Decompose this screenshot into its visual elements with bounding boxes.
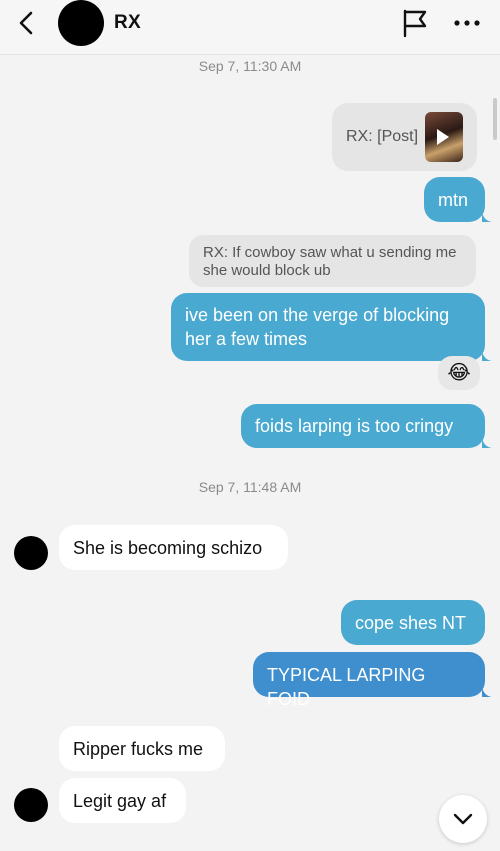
incoming-message[interactable]: Ripper fucks me [59,726,225,771]
more-options-button[interactable] [452,9,482,37]
chevron-left-icon [19,11,33,35]
more-horizontal-icon [454,20,480,26]
outgoing-message[interactable]: mtn [424,177,485,222]
bubble-tail [482,351,492,361]
flag-icon [403,9,427,38]
chevron-down-icon [453,813,473,825]
timestamp: Sep 7, 11:30 AM [198,58,302,74]
contact-name[interactable]: RX [114,12,141,34]
report-button[interactable] [400,8,430,38]
scroll-to-bottom-button[interactable] [439,795,487,843]
play-icon [437,129,449,145]
outgoing-message[interactable]: ive been on the verge of blocking her a … [171,293,485,361]
bubble-tail [482,687,492,697]
bubble-tail [482,212,492,222]
outgoing-message[interactable]: foids larping is too cringy [241,404,485,448]
timestamp: Sep 7, 11:48 AM [198,479,302,495]
message-reaction[interactable]: 😂 [438,356,480,390]
contact-avatar[interactable] [58,0,104,46]
incoming-message[interactable]: She is becoming schizo [59,525,288,570]
shared-post-label: RX: [Post] [346,128,419,145]
incoming-message[interactable]: Legit gay af [59,778,186,823]
outgoing-message[interactable]: cope shes NT [341,600,485,645]
outgoing-message[interactable]: TYPICAL LARPING FOID [253,652,485,709]
post-thumbnail[interactable] [425,112,463,162]
sender-avatar[interactable] [14,788,48,822]
back-button[interactable] [12,8,42,38]
bubble-tail [482,438,492,448]
scrollbar[interactable] [493,98,497,140]
chat-header: RX [0,0,500,55]
sender-avatar[interactable] [14,536,48,570]
quoted-reply[interactable]: RX: If cowboy saw what u sending me she … [189,235,476,287]
